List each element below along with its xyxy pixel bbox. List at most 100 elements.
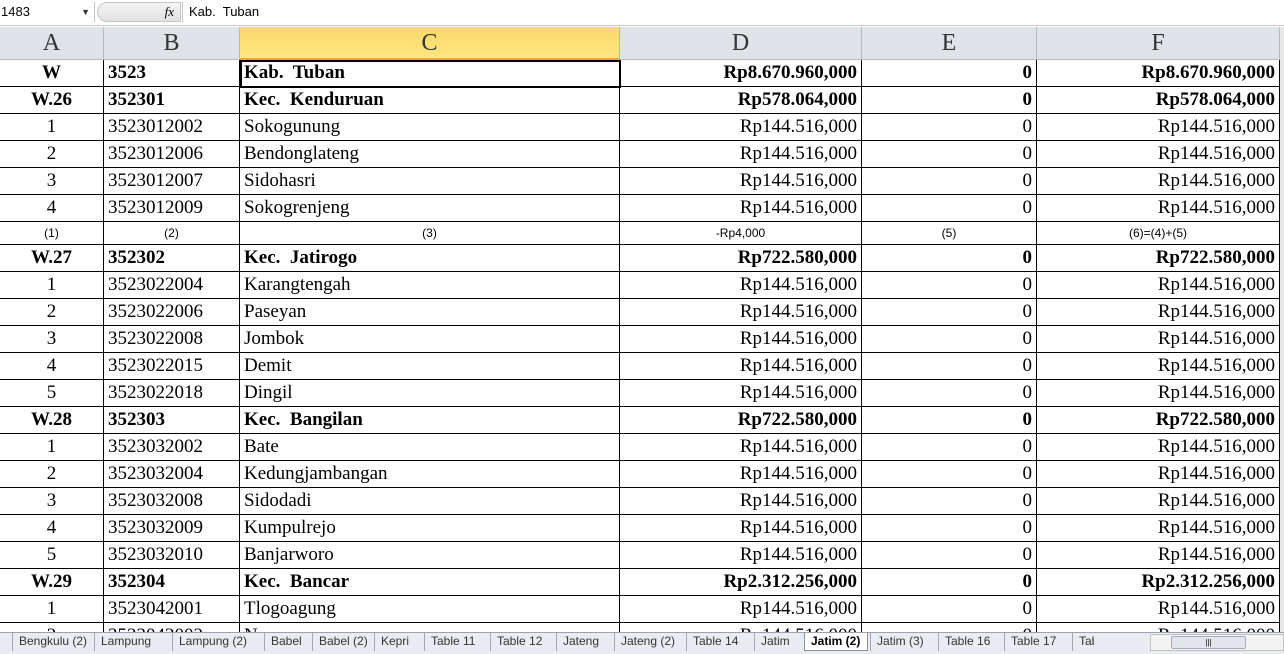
cell-d[interactable]: Rp144.516,000 [620,168,862,195]
cell-b[interactable]: 3523022015 [104,353,240,380]
cell-a[interactable]: W.29 [0,569,104,596]
cell-e[interactable]: 0 [862,380,1037,407]
cell-f[interactable]: Rp144.516,000 [1037,195,1280,222]
cell-a[interactable]: 1 [0,434,104,461]
cell-d[interactable]: Rp144.516,000 [620,596,862,623]
cell-e[interactable]: 0 [862,353,1037,380]
cell-e[interactable]: 0 [862,569,1037,596]
cell-b[interactable]: 3523042002 [104,623,240,632]
cell-e[interactable]: 0 [862,326,1037,353]
cell-b[interactable]: 352303 [104,407,240,434]
cell-f[interactable]: Rp8.670.960,000 [1037,60,1280,87]
cell-f[interactable]: Rp144.516,000 [1037,461,1280,488]
cell-a[interactable]: W [0,60,104,87]
cell-a[interactable]: (1) [0,222,104,245]
cell-e[interactable]: 0 [862,195,1037,222]
sheet-tab[interactable]: Lampung [94,633,170,651]
cell-d[interactable]: Rp722.580,000 [620,245,862,272]
cell-f[interactable]: Rp2.312.256,000 [1037,569,1280,596]
cell-a[interactable]: 3 [0,488,104,515]
cell-b[interactable]: 352304 [104,569,240,596]
cell-c[interactable]: Bendonglateng [240,141,620,168]
cell-e[interactable]: 0 [862,299,1037,326]
column-header-c[interactable]: C [240,27,620,60]
cell-b[interactable]: 3523032008 [104,488,240,515]
cell-b[interactable]: 3523032010 [104,542,240,569]
cell-b[interactable]: 3523012009 [104,195,240,222]
formula-input[interactable]: Kab. Tuban [182,2,1284,22]
cell-b[interactable]: 3523032009 [104,515,240,542]
sheet-tab[interactable]: Jatim [754,633,802,651]
sheet-tab[interactable]: Babel (2) [312,633,372,651]
cell-d[interactable]: Rp144.516,000 [620,195,862,222]
cell-e[interactable]: 0 [862,515,1037,542]
cell-e[interactable]: 0 [862,141,1037,168]
cell-c[interactable]: Sokogrenjeng [240,195,620,222]
vertical-scrollbar[interactable] [1280,27,1284,632]
cell-d[interactable]: -Rp4,000 [620,222,862,245]
cell-a[interactable]: 2 [0,299,104,326]
cell-a[interactable]: W.26 [0,87,104,114]
sheet-tab[interactable]: Lampung (2) [172,633,262,651]
cell-f[interactable]: Rp144.516,000 [1037,141,1280,168]
cell-b[interactable]: 3523 [104,60,240,87]
cell-f[interactable]: Rp144.516,000 [1037,168,1280,195]
cell-a[interactable]: 2 [0,141,104,168]
cell-c[interactable]: Banjarworo [240,542,620,569]
cell-a[interactable]: 5 [0,542,104,569]
cell-d[interactable]: Rp144.516,000 [620,299,862,326]
cell-c[interactable]: Bate [240,434,620,461]
cell-d[interactable]: Rp578.064,000 [620,87,862,114]
cell-a[interactable]: 2 [0,623,104,632]
cell-d[interactable]: Rp144.516,000 [620,542,862,569]
cell-a[interactable]: 2 [0,461,104,488]
column-header-f[interactable]: F [1037,27,1280,60]
sheet-tab[interactable]: Table 11 [424,633,488,651]
cell-c[interactable]: Dingil [240,380,620,407]
cell-b[interactable]: 3523032002 [104,434,240,461]
cell-b[interactable]: 3523012007 [104,168,240,195]
cell-b[interactable]: 3523022006 [104,299,240,326]
cell-f[interactable]: Rp722.580,000 [1037,245,1280,272]
cell-d[interactable]: Rp144.516,000 [620,353,862,380]
sheet-tab[interactable]: Bengkulu (2) [12,633,92,651]
cell-e[interactable]: 0 [862,488,1037,515]
cell-f[interactable]: Rp144.516,000 [1037,623,1280,632]
sheet-tab[interactable]: Jatim (2) [804,633,868,651]
cell-d[interactable]: Rp722.580,000 [620,407,862,434]
cell-d[interactable]: Rp144.516,000 [620,623,862,632]
cell-f[interactable]: Rp578.064,000 [1037,87,1280,114]
cell-b[interactable]: 3523012002 [104,114,240,141]
cell-f[interactable]: Rp144.516,000 [1037,488,1280,515]
cell-b[interactable]: 3523032004 [104,461,240,488]
cell-d[interactable]: Rp144.516,000 [620,434,862,461]
cell-e[interactable]: 0 [862,407,1037,434]
cell-c[interactable]: Kec. Kenduruan [240,87,620,114]
insert-function-button[interactable]: fx [97,2,181,22]
cell-b[interactable]: 3523022008 [104,326,240,353]
cell-b[interactable]: 352301 [104,87,240,114]
sheet-tab[interactable]: Table 14 [686,633,752,651]
cell-d[interactable]: Rp144.516,000 [620,114,862,141]
cell-d[interactable]: Rp144.516,000 [620,461,862,488]
cell-f[interactable]: Rp144.516,000 [1037,542,1280,569]
chevron-down-icon[interactable]: ▼ [81,2,90,22]
sheet-tab[interactable]: Table 12 [490,633,554,651]
cell-d[interactable]: Rp144.516,000 [620,326,862,353]
cell-a[interactable]: W.28 [0,407,104,434]
cell-b[interactable]: (2) [104,222,240,245]
horizontal-scrollbar[interactable]: ||| [1150,634,1284,651]
sheet-tab[interactable]: Tab [1072,633,1094,651]
cell-f[interactable]: Rp722.580,000 [1037,407,1280,434]
cell-c[interactable]: Paseyan [240,299,620,326]
cell-e[interactable]: 0 [862,542,1037,569]
cell-c[interactable]: Kec. Jatirogo [240,245,620,272]
cell-d[interactable]: Rp144.516,000 [620,272,862,299]
cell-f[interactable]: Rp144.516,000 [1037,299,1280,326]
cell-c[interactable]: Sidohasri [240,168,620,195]
cell-d[interactable]: Rp144.516,000 [620,488,862,515]
cell-d[interactable]: Rp144.516,000 [620,380,862,407]
cell-b[interactable]: 3523012006 [104,141,240,168]
cell-c[interactable]: Kumpulrejo [240,515,620,542]
cell-f[interactable]: Rp144.516,000 [1037,272,1280,299]
